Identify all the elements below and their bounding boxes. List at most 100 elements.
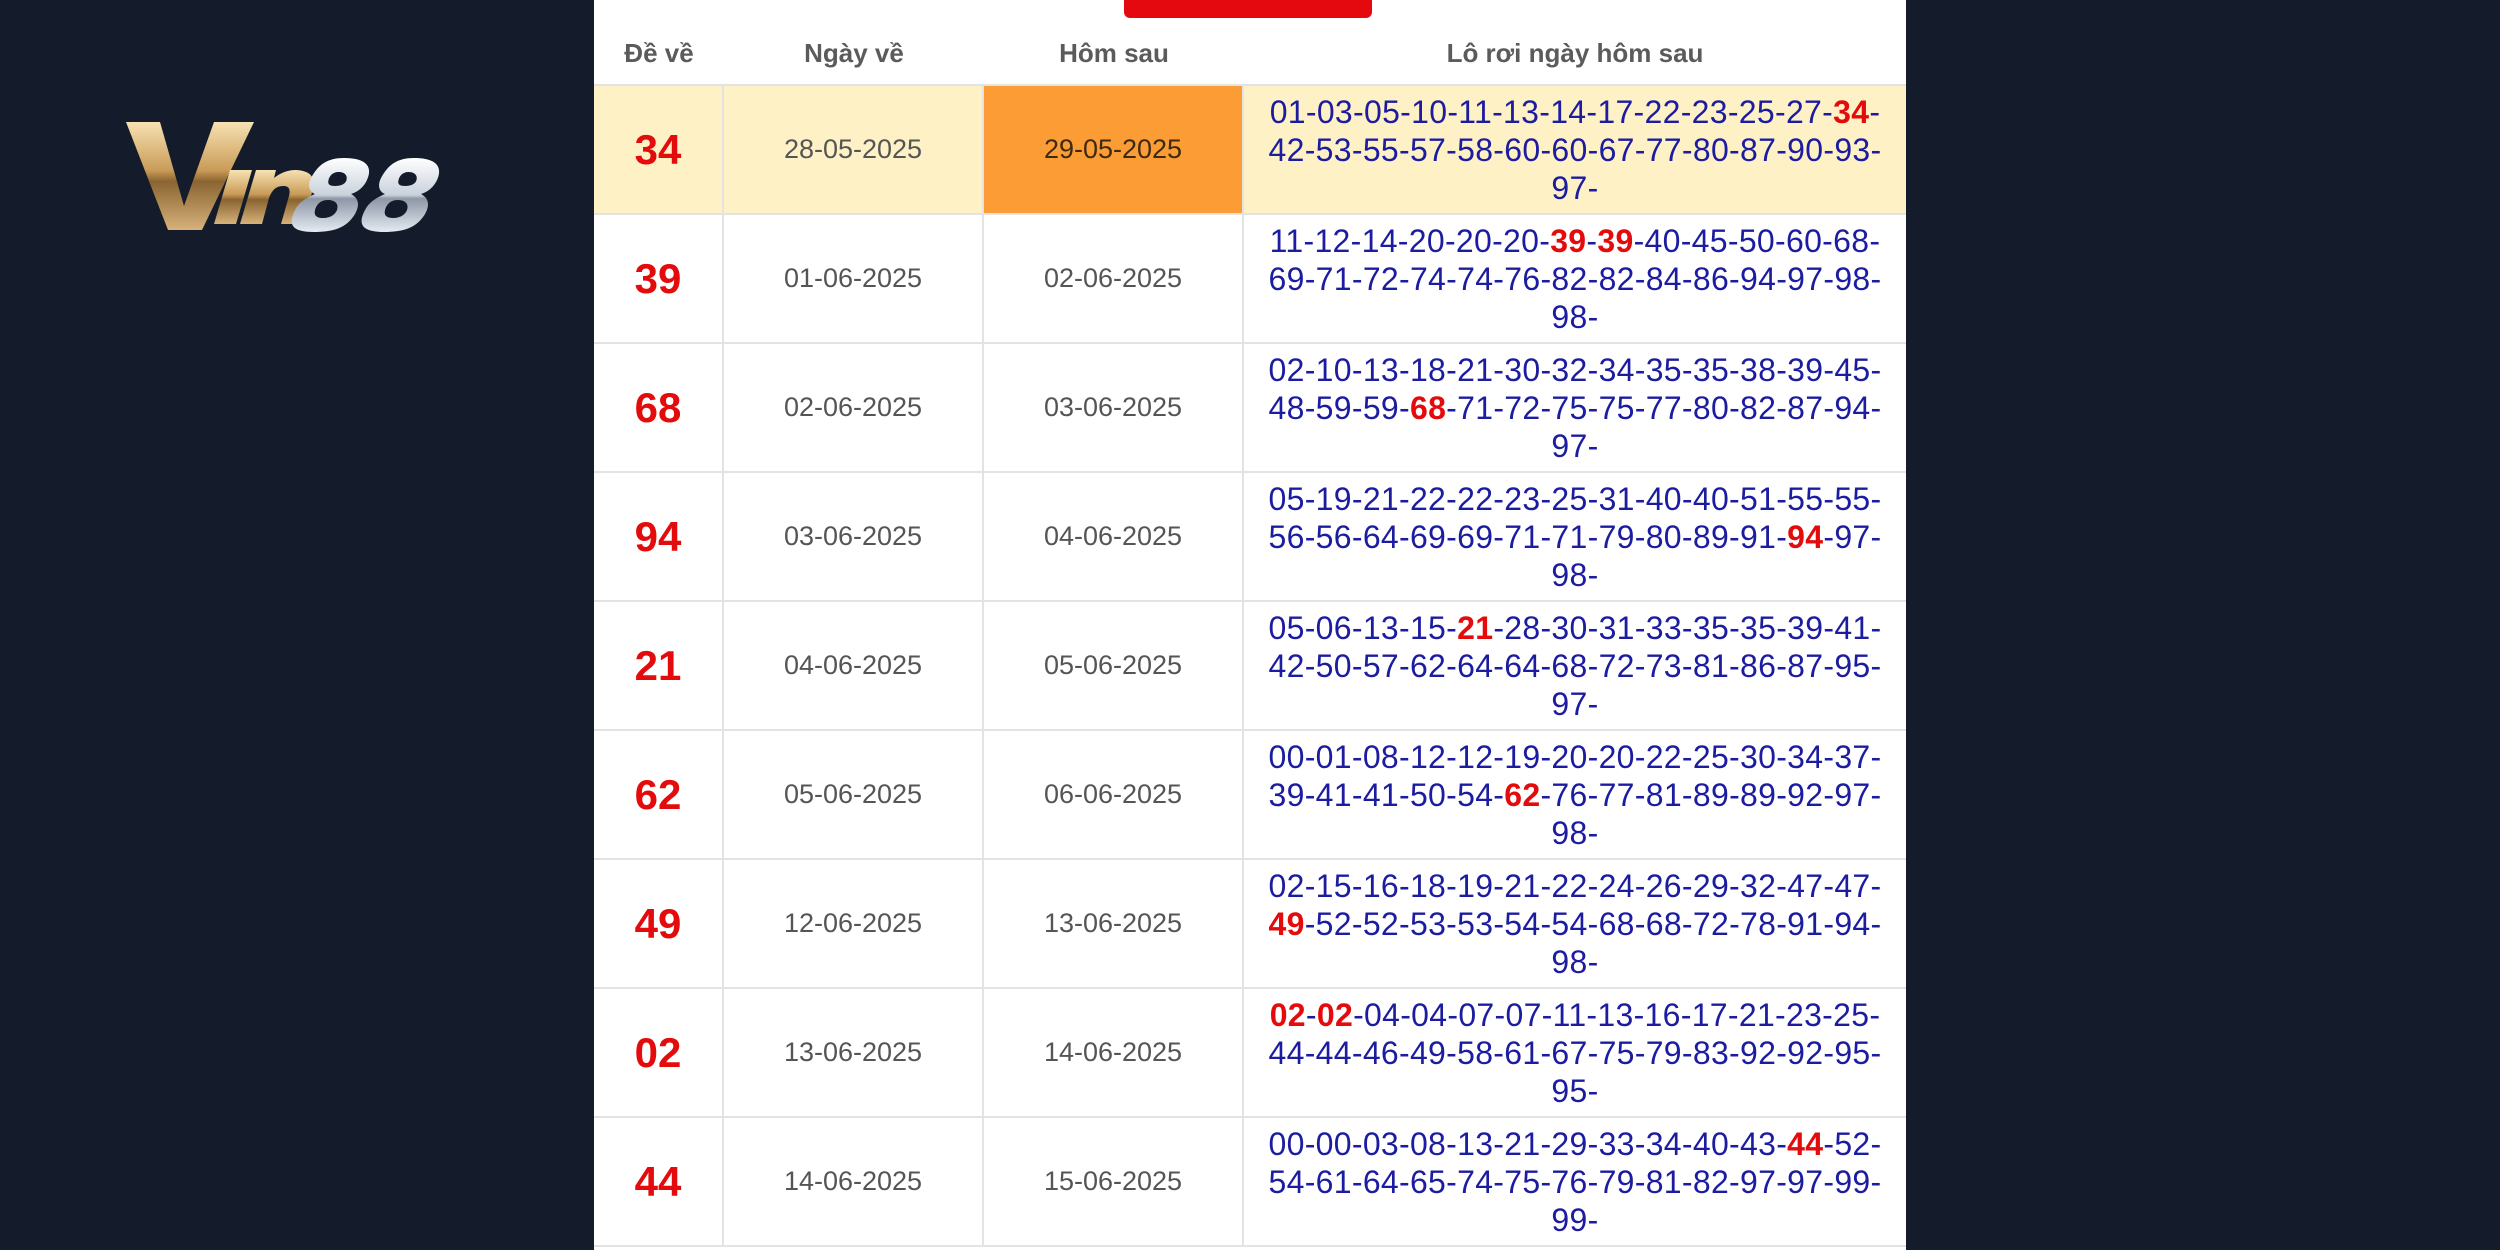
- lo-roi-line: 97-: [1269, 427, 1882, 465]
- top-tab-button[interactable]: [1124, 0, 1372, 18]
- lo-roi-text: -40-45-50-60-68-: [1633, 222, 1881, 259]
- lo-roi-text: 97-: [1551, 427, 1599, 464]
- lo-roi-lines: 00-00-03-08-13-21-29-33-34-40-43-44-52- 5…: [1269, 1125, 1882, 1239]
- table-row: 94 03-06-2025 04-06-2025 05-19-21-22-22-…: [594, 473, 1906, 602]
- lo-roi-hit: 94: [1787, 518, 1824, 555]
- ngay-ve-value: 03-06-2025: [724, 473, 984, 600]
- header-de-ve: Đề về: [624, 37, 694, 68]
- de-value: 94: [594, 473, 724, 600]
- hom-sau-value: 02-06-2025: [984, 215, 1244, 342]
- header-hom-sau: Hôm sau: [1059, 37, 1169, 68]
- lo-roi-line: 97-: [1269, 169, 1882, 207]
- de-value: 49: [594, 860, 724, 987]
- lo-roi-hit: 68: [1409, 389, 1447, 426]
- lo-roi-lines: 02-15-16-18-19-21-22-24-26-29-32-47-47- 4…: [1269, 867, 1882, 981]
- lo-roi-line: 01-03-05-10-11-13-14-17-22-23-25-27-34-: [1269, 93, 1882, 131]
- lo-roi-text: 05-06-13-15-: [1268, 609, 1458, 646]
- table-row: 49 12-06-2025 13-06-2025 02-15-16-18-19-…: [594, 860, 1906, 989]
- lo-roi-list: 02-10-13-18-21-30-32-34-35-35-38-39-45- 4…: [1244, 344, 1906, 471]
- de-value: 62: [594, 731, 724, 858]
- page: Đề về Ngày về Hôm sau Lô rơi ngày hôm sa…: [0, 0, 2500, 1250]
- lo-roi-line: 02-10-13-18-21-30-32-34-35-35-38-39-45-: [1269, 351, 1882, 389]
- lo-roi-text: 11-12-14-20-20-20-: [1269, 222, 1551, 259]
- lo-roi-text: 44-44-46-49-58-61-67-75-79-83-92-92-95-: [1268, 1034, 1882, 1071]
- lo-roi-text: 98-: [1551, 298, 1599, 335]
- de-value: 02: [594, 989, 724, 1116]
- lo-roi-hit: 21: [1457, 609, 1494, 646]
- lo-roi-text: -: [1586, 222, 1598, 259]
- hom-sau-value: 06-06-2025: [984, 731, 1244, 858]
- lo-roi-text: 42-50-57-62-64-64-68-72-73-81-86-87-95-: [1268, 647, 1882, 684]
- lo-roi-line: 02-02-04-04-07-07-11-13-16-17-21-23-25-: [1269, 996, 1882, 1034]
- lo-roi-line: 98-: [1269, 943, 1882, 981]
- table-header: Đề về Ngày về Hôm sau Lô rơi ngày hôm sa…: [594, 22, 1906, 86]
- lo-roi-text: 98-: [1551, 814, 1599, 851]
- lo-roi-text: -: [1305, 996, 1317, 1033]
- ngay-ve-value: 12-06-2025: [724, 860, 984, 987]
- ngay-ve-value: 28-05-2025: [724, 86, 984, 213]
- lo-roi-text: -76-77-81-89-89-92-97-: [1540, 776, 1882, 813]
- de-value: 68: [594, 344, 724, 471]
- lo-roi-line: 98-: [1269, 298, 1882, 336]
- lo-roi-line: 97-: [1269, 685, 1882, 723]
- lo-roi-text: 39-41-41-50-54-: [1268, 776, 1505, 813]
- lo-roi-text: -52-: [1823, 1125, 1882, 1162]
- lo-roi-lines: 00-01-08-12-12-19-20-20-22-25-30-34-37- 3…: [1269, 738, 1882, 852]
- lo-roi-line: 98-: [1269, 556, 1882, 594]
- lo-roi-line: 49-52-52-53-53-54-54-68-68-72-78-91-94-: [1269, 905, 1882, 943]
- lo-roi-hit: 39: [1597, 222, 1634, 259]
- table-row: 21 04-06-2025 05-06-2025 05-06-13-15-21-…: [594, 602, 1906, 731]
- lo-roi-line: 42-50-57-62-64-64-68-72-73-81-86-87-95-: [1269, 647, 1882, 685]
- lo-roi-text: 54-61-64-65-74-75-76-79-81-82-97-97-99-: [1268, 1163, 1882, 1200]
- lo-roi-list: 01-03-05-10-11-13-14-17-22-23-25-27-34- 4…: [1244, 86, 1906, 213]
- lo-roi-line: 39-41-41-50-54-62-76-77-81-89-89-92-97-: [1269, 776, 1882, 814]
- lo-roi-line: 56-56-64-69-69-71-71-79-80-89-91-94-97-: [1269, 518, 1882, 556]
- ngay-ve-value: 02-06-2025: [724, 344, 984, 471]
- lo-roi-hit: 34: [1833, 93, 1870, 130]
- hom-sau-value: 03-06-2025: [984, 344, 1244, 471]
- lo-roi-line: 42-53-55-57-58-60-60-67-77-80-87-90-93-: [1269, 131, 1882, 169]
- lo-roi-text: 97-: [1551, 685, 1599, 722]
- de-value: 44: [594, 1118, 724, 1245]
- lo-roi-text: 95-: [1551, 1072, 1599, 1109]
- lo-roi-text: 01-03-05-10-11-13-14-17-22-23-25-27-: [1269, 93, 1834, 130]
- lo-roi-lines: 05-06-13-15-21-28-30-31-33-35-35-39-41- 4…: [1269, 609, 1882, 723]
- ngay-ve-value: 01-06-2025: [724, 215, 984, 342]
- lo-roi-text: -52-52-53-53-54-54-68-68-72-78-91-94-: [1304, 905, 1882, 942]
- lo-roi-line: 69-71-72-74-74-76-82-82-84-86-94-97-98-: [1269, 260, 1882, 298]
- lo-roi-text: 56-56-64-69-69-71-71-79-80-89-91-: [1268, 518, 1788, 555]
- lo-roi-text: -97-: [1823, 518, 1882, 555]
- de-value: 34: [594, 86, 724, 213]
- hom-sau-value: 14-06-2025: [984, 989, 1244, 1116]
- lo-roi-hit: 39: [1550, 222, 1587, 259]
- lo-roi-lines: 11-12-14-20-20-20-39-39-40-45-50-60-68- 6…: [1269, 222, 1882, 336]
- header-ngay-ve: Ngày về: [804, 37, 904, 68]
- lo-roi-text: 02-10-13-18-21-30-32-34-35-35-38-39-45-: [1268, 351, 1882, 388]
- lo-roi-lines: 02-10-13-18-21-30-32-34-35-35-38-39-45- 4…: [1269, 351, 1882, 465]
- lo-roi-line: 11-12-14-20-20-20-39-39-40-45-50-60-68-: [1269, 222, 1882, 260]
- lo-roi-line: 54-61-64-65-74-75-76-79-81-82-97-97-99-: [1269, 1163, 1882, 1201]
- lo-roi-line: 95-: [1269, 1072, 1882, 1110]
- lo-roi-list: 05-19-21-22-22-23-25-31-40-40-51-55-55- 5…: [1244, 473, 1906, 600]
- lo-roi-line: 98-: [1269, 814, 1882, 852]
- table-body: 34 28-05-2025 29-05-2025 01-03-05-10-11-…: [594, 86, 1906, 1247]
- lo-roi-hit: 44: [1787, 1125, 1824, 1162]
- lo-roi-text: 98-: [1551, 556, 1599, 593]
- hom-sau-value: 15-06-2025: [984, 1118, 1244, 1245]
- lo-roi-lines: 01-03-05-10-11-13-14-17-22-23-25-27-34- 4…: [1269, 93, 1882, 207]
- lo-roi-hit: 02: [1316, 996, 1354, 1033]
- lo-roi-text: 05-19-21-22-22-23-25-31-40-40-51-55-55-: [1268, 480, 1882, 517]
- lo-roi-list: 02-02-04-04-07-07-11-13-16-17-21-23-25- 4…: [1244, 989, 1906, 1116]
- header-lo-roi: Lô rơi ngày hôm sau: [1446, 37, 1704, 68]
- table-row: 44 14-06-2025 15-06-2025 00-00-03-08-13-…: [594, 1118, 1906, 1247]
- lo-roi-text: 99-: [1551, 1201, 1599, 1238]
- table-row: 02 13-06-2025 14-06-2025 02-02-04-04-07-…: [594, 989, 1906, 1118]
- hom-sau-value: 29-05-2025: [984, 86, 1244, 213]
- lo-roi-text: -28-30-31-33-35-35-39-41-: [1493, 609, 1882, 646]
- table-row: 68 02-06-2025 03-06-2025 02-10-13-18-21-…: [594, 344, 1906, 473]
- lo-roi-text: -71-72-75-75-77-80-82-87-94-: [1446, 389, 1882, 426]
- lo-roi-text: 02-15-16-18-19-21-22-24-26-29-32-47-47-: [1268, 867, 1882, 904]
- lo-roi-line: 02-15-16-18-19-21-22-24-26-29-32-47-47-: [1269, 867, 1882, 905]
- hom-sau-value: 13-06-2025: [984, 860, 1244, 987]
- hom-sau-value: 04-06-2025: [984, 473, 1244, 600]
